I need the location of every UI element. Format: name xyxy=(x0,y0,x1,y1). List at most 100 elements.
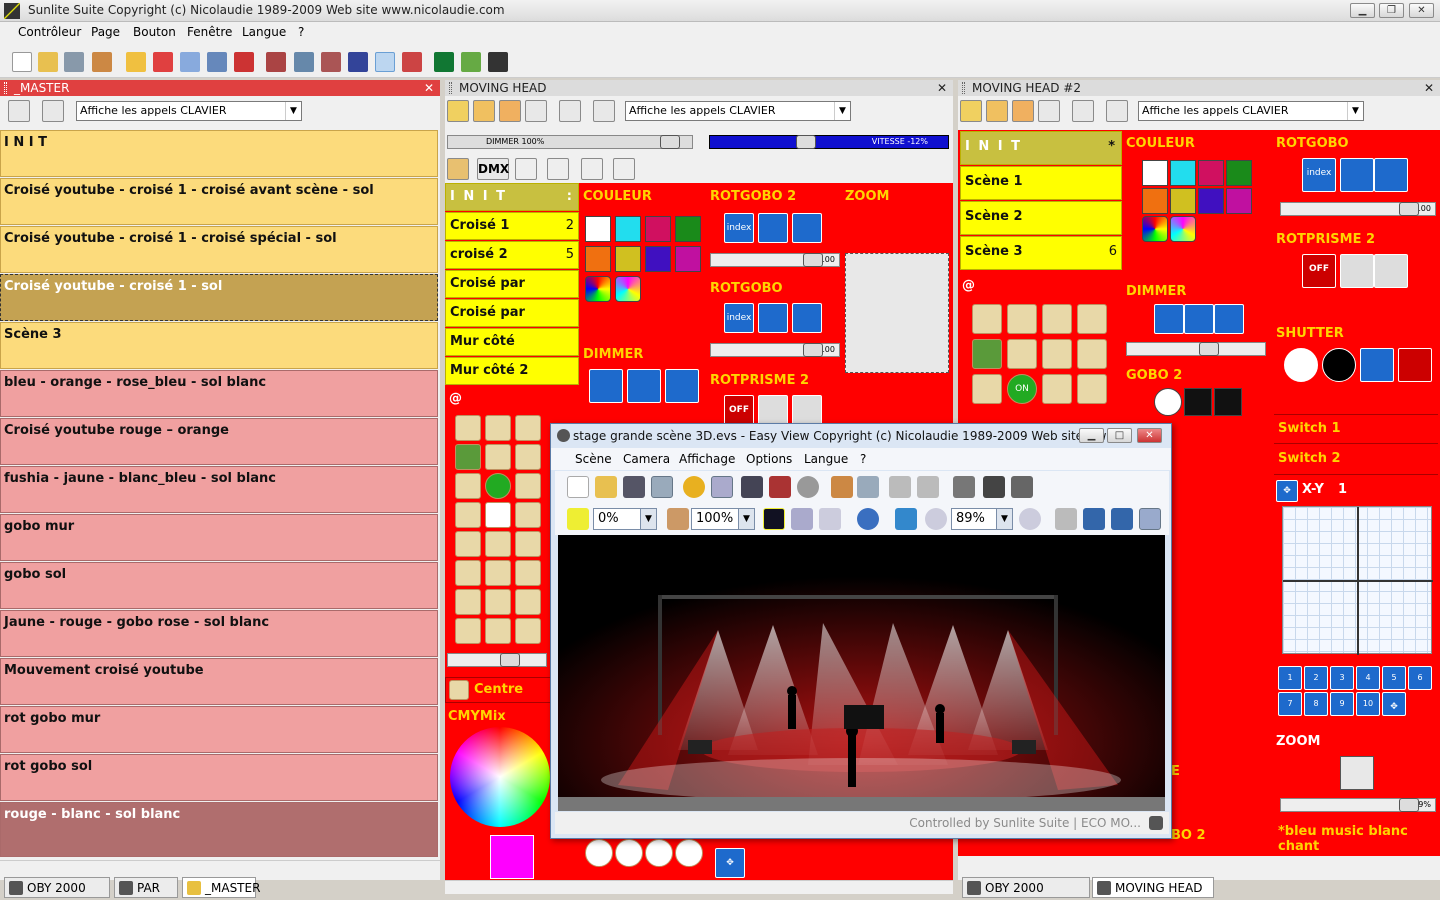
mh2-dimmer-slider[interactable]: 6% xyxy=(1126,342,1266,356)
shutter-closed-icon[interactable] xyxy=(1322,348,1356,382)
settings-icon[interactable] xyxy=(488,52,508,72)
prism-off-button[interactable]: OFF xyxy=(724,395,754,425)
close-button[interactable]: ✕ xyxy=(1409,3,1434,18)
switch-2-button[interactable]: Switch 2 xyxy=(1274,445,1438,475)
maximize-button[interactable]: □ xyxy=(1107,428,1132,443)
mh1-scene[interactable]: croisé 2 5 xyxy=(445,241,579,269)
position-preset[interactable]: 8 xyxy=(1304,692,1328,716)
stage-3d-view[interactable] xyxy=(558,535,1165,811)
shape-third-icon[interactable] xyxy=(645,839,673,867)
position-preset[interactable]: 3 xyxy=(1330,666,1354,690)
close-icon[interactable]: ✕ xyxy=(424,80,434,96)
menu-scene[interactable]: Scène xyxy=(575,448,612,470)
master-row[interactable]: Mouvement croisé youtube xyxy=(0,658,438,705)
zoom-in-icon[interactable] xyxy=(857,508,879,530)
material-icon[interactable] xyxy=(683,476,705,498)
gobo2-fan-icon[interactable] xyxy=(1214,388,1242,416)
color-violet-swatch[interactable] xyxy=(645,246,671,272)
mh1-scene[interactable]: Mur côté xyxy=(445,328,579,356)
mh1-scene[interactable]: Croisé 1 2 xyxy=(445,212,579,240)
gobo-burst-icon[interactable] xyxy=(485,560,511,586)
prism-dial2-icon[interactable] xyxy=(1374,254,1408,288)
master-row[interactable]: fushia - jaune - blanc_bleu - sol blanc xyxy=(0,466,438,513)
grid-icon[interactable] xyxy=(434,52,454,72)
rotate-icon[interactable] xyxy=(1083,508,1105,530)
slider-knob[interactable] xyxy=(1199,342,1219,356)
dimmer-ramp-icon[interactable] xyxy=(589,369,623,403)
menu-options[interactable]: Options xyxy=(746,448,792,470)
haze-icon[interactable] xyxy=(791,508,813,530)
mh2-rotgobo-slider[interactable]: 100 xyxy=(1280,202,1436,216)
master-row[interactable]: Croisé youtube - croisé 1 - croisé avant… xyxy=(0,178,438,225)
layers-icon[interactable] xyxy=(667,508,689,530)
color-rainbow-icon[interactable] xyxy=(615,276,641,302)
open-icon[interactable] xyxy=(595,476,617,498)
strobe-icon[interactable] xyxy=(1360,348,1394,382)
snowflake-icon[interactable] xyxy=(613,158,635,180)
dmx-out-icon[interactable] xyxy=(321,52,341,72)
grid-select2-icon[interactable] xyxy=(473,100,495,122)
menu-controleur[interactable]: Contrôleur xyxy=(18,22,81,43)
gobo-wave-icon[interactable] xyxy=(1007,339,1037,369)
color-magenta-swatch[interactable] xyxy=(1198,160,1224,186)
mh1-scene[interactable]: Croisé par quatre xyxy=(445,270,579,317)
gobo-dots-icon[interactable] xyxy=(485,531,511,557)
menu-fenetre[interactable]: Fenêtre xyxy=(187,22,232,43)
slider-knob[interactable] xyxy=(796,135,816,149)
color-wheel-icon[interactable] xyxy=(1142,216,1168,242)
dimmer-cycle-icon[interactable] xyxy=(627,369,661,403)
mh2-zoom-slider[interactable]: 9% xyxy=(1280,798,1436,812)
keyboard-icon[interactable] xyxy=(348,52,368,72)
dmx-icon[interactable] xyxy=(769,476,791,498)
camera-icon[interactable] xyxy=(741,476,763,498)
shape-quarter-icon[interactable] xyxy=(675,839,703,867)
gobo-heart-icon[interactable] xyxy=(1042,374,1072,404)
music-icon[interactable] xyxy=(461,52,481,72)
cyc-icon[interactable] xyxy=(294,52,314,72)
mh1-call-dropdown[interactable]: Affiche les appels CLAVIER ▼ xyxy=(625,101,851,121)
shape-half-icon[interactable] xyxy=(615,839,643,867)
tab-oby-2000-outline[interactable]: OBY 2000 OUTLINE xyxy=(962,877,1090,898)
palette-icon[interactable] xyxy=(234,52,254,72)
speed-slider[interactable]: VITESSE -12% xyxy=(709,135,949,149)
color-wheel-icon[interactable] xyxy=(585,276,611,302)
slider-knob[interactable] xyxy=(803,253,823,267)
index-button[interactable]: index xyxy=(724,213,754,243)
menu-page[interactable]: Page xyxy=(91,22,120,43)
gobo-arrows-icon[interactable] xyxy=(455,618,481,644)
position-preset[interactable]: 4 xyxy=(1356,666,1380,690)
zoom-beam-icon[interactable] xyxy=(1340,756,1374,790)
new-icon[interactable] xyxy=(567,476,589,498)
dmx-button[interactable]: DMX xyxy=(477,158,509,180)
zoom-beam-icon[interactable] xyxy=(845,253,949,373)
rotate-ccw-icon[interactable] xyxy=(792,303,822,333)
gobo-spiral-icon[interactable] xyxy=(455,531,481,557)
color-wheel[interactable] xyxy=(450,727,550,827)
rotate-cw-icon[interactable] xyxy=(758,213,788,243)
master-row[interactable]: Jaune - rouge - gobo rose - sol blanc xyxy=(0,610,438,657)
move-icon[interactable]: ✥ xyxy=(715,848,745,878)
master-row[interactable]: rouge - blanc - sol blanc xyxy=(0,802,438,857)
index-button[interactable]: index xyxy=(724,303,754,333)
color-yellow-swatch[interactable] xyxy=(1170,188,1196,214)
lightning-icon[interactable] xyxy=(1398,348,1432,382)
rotgobo2-slider[interactable]: 100 xyxy=(710,253,840,267)
sliders-icon[interactable] xyxy=(1072,100,1094,122)
horizontal-scrollbar[interactable] xyxy=(0,860,440,874)
master-row-selected[interactable]: Croisé youtube - croisé 1 - sol xyxy=(0,274,438,321)
gobo-dots-icon[interactable] xyxy=(1077,304,1107,334)
transfer-icon[interactable] xyxy=(402,52,422,72)
dimmer-cycle-icon[interactable] xyxy=(1184,304,1214,334)
grid-select-icon[interactable] xyxy=(447,100,469,122)
3d-icon[interactable] xyxy=(447,158,469,180)
gobo-burst2-icon[interactable] xyxy=(485,589,511,615)
beam-icon[interactable] xyxy=(763,508,785,530)
position-preset[interactable]: 1 xyxy=(1278,666,1302,690)
menu-affichage[interactable]: Affichage xyxy=(679,448,735,470)
gobo-eight-icon[interactable] xyxy=(1077,339,1107,369)
position-preset[interactable]: 5 xyxy=(1382,666,1406,690)
axis-icon[interactable] xyxy=(42,100,64,122)
gobo-line-icon[interactable] xyxy=(515,618,541,644)
new-icon[interactable] xyxy=(12,52,32,72)
grid-select-icon[interactable] xyxy=(960,100,982,122)
